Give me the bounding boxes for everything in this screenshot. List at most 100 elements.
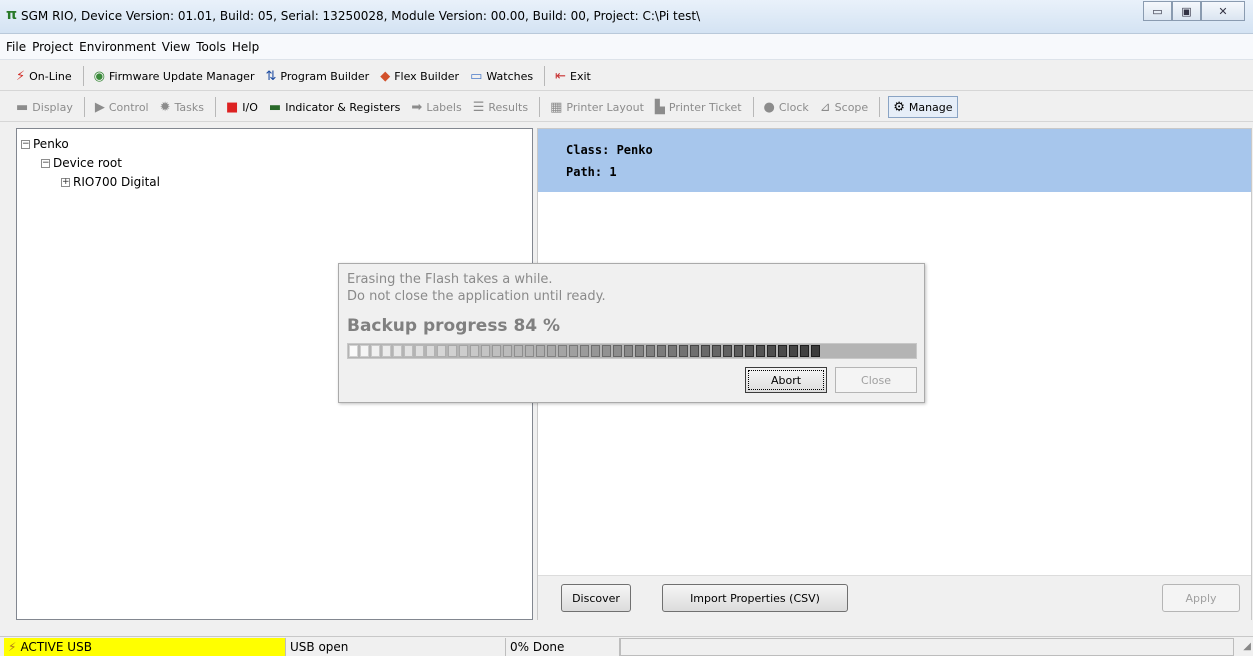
tree-node-label: Penko	[33, 137, 69, 151]
indicator-registers-button[interactable]: ▬ Indicator & Registers	[267, 96, 403, 118]
window-title: SGM RIO, Device Version: 01.01, Build: 0…	[21, 9, 701, 23]
progress-segment	[371, 345, 380, 357]
active-usb-status: ⚡ ACTIVE USB	[4, 638, 286, 656]
tree-node-rio700[interactable]: + RIO700 Digital	[61, 175, 160, 189]
progress-segment	[778, 345, 787, 357]
program-builder-button[interactable]: ⇅ Program Builder	[263, 65, 371, 87]
class-line: Class: Penko	[566, 143, 653, 157]
progress-segment	[712, 345, 721, 357]
display-button[interactable]: ▬ Display	[14, 96, 75, 118]
progress-segment	[789, 345, 798, 357]
progress-segment	[481, 345, 490, 357]
tree-node-device-root[interactable]: − Device root	[41, 156, 122, 170]
printer-icon: ▙	[654, 99, 665, 115]
progress-segment	[492, 345, 501, 357]
tree-node-penko[interactable]: − Penko	[21, 137, 69, 151]
io-icon: ■	[226, 99, 239, 115]
clock-button[interactable]: ● Clock	[762, 96, 811, 118]
toolbar-separator	[544, 66, 546, 86]
scope-label: Scope	[834, 100, 869, 114]
firmware-label: Firmware Update Manager	[109, 69, 255, 83]
firmware-update-manager-button[interactable]: ◉ Firmware Update Manager	[92, 65, 257, 87]
import-properties-button[interactable]: Import Properties (CSV)	[662, 584, 848, 612]
progress-segment	[734, 345, 743, 357]
collapse-icon[interactable]: −	[41, 158, 50, 168]
program-builder-icon: ⇅	[265, 68, 277, 84]
flex-builder-icon: ◆	[380, 68, 391, 84]
tree-node-label: RIO700 Digital	[73, 175, 160, 189]
tasks-button[interactable]: ✹ Tasks	[158, 96, 206, 118]
io-button[interactable]: ■ I/O	[224, 96, 260, 118]
menu-environment[interactable]: Environment	[79, 40, 156, 54]
abort-button[interactable]: Abort	[745, 367, 827, 393]
close-icon[interactable]: ✕	[1201, 1, 1245, 21]
online-button[interactable]: ⚡ On-Line	[14, 65, 74, 87]
collapse-icon[interactable]: −	[21, 139, 30, 149]
toolbar-separator	[879, 97, 881, 117]
indicator-icon: ▬	[268, 99, 282, 115]
tasks-label: Tasks	[174, 100, 204, 114]
menu-tools[interactable]: Tools	[196, 40, 226, 54]
maximize-icon[interactable]: ▣	[1172, 1, 1201, 21]
progress-text: Backup progress 84 %	[347, 316, 561, 336]
online-label: On-Line	[29, 69, 72, 83]
toolbar-separator	[539, 97, 541, 117]
progress-segment	[558, 345, 567, 357]
progress-segment	[569, 345, 578, 357]
progress-segment	[602, 345, 611, 357]
printer-layout-label: Printer Layout	[566, 100, 644, 114]
progress-fill	[348, 344, 821, 358]
progress-segment	[426, 345, 435, 357]
menu-project[interactable]: Project	[32, 40, 73, 54]
watches-button[interactable]: ▭ Watches	[468, 65, 535, 87]
flex-builder-button[interactable]: ◆ Flex Builder	[378, 65, 461, 87]
display-label: Display	[32, 100, 73, 114]
io-label: I/O	[242, 100, 258, 114]
watches-icon: ▭	[470, 68, 483, 84]
exit-icon: ⇤	[555, 68, 567, 84]
results-icon: ☰	[472, 99, 485, 115]
app-icon: π	[6, 7, 18, 23]
minimize-icon[interactable]: ▭	[1143, 1, 1172, 21]
control-button[interactable]: ▶ Control	[93, 96, 151, 118]
printer-layout-button[interactable]: ▦ Printer Layout	[548, 96, 646, 118]
apply-button[interactable]: Apply	[1162, 584, 1240, 612]
manage-button[interactable]: ⚙ Manage	[888, 96, 958, 118]
progress-segment	[393, 345, 402, 357]
progress-segment	[580, 345, 589, 357]
title-bar: π SGM RIO, Device Version: 01.01, Build:…	[0, 0, 1253, 34]
labels-button[interactable]: ➡ Labels	[409, 96, 463, 118]
scope-button[interactable]: ⊿ Scope	[818, 96, 870, 118]
progress-segment	[701, 345, 710, 357]
progress-segment	[613, 345, 622, 357]
results-button[interactable]: ☰ Results	[471, 96, 530, 118]
progress-segment	[800, 345, 809, 357]
resize-grip-icon[interactable]: ◢	[1243, 641, 1251, 652]
progress-segment	[723, 345, 732, 357]
progress-segment	[756, 345, 765, 357]
exit-button[interactable]: ⇤ Exit	[553, 65, 593, 87]
menu-file[interactable]: File	[6, 40, 26, 54]
toolbar-separator	[83, 97, 85, 117]
discover-button[interactable]: Discover	[561, 584, 631, 612]
tree-node-label: Device root	[53, 156, 122, 170]
done-status: 0% Done	[506, 638, 620, 656]
status-empty-cell	[620, 638, 1234, 656]
menu-view[interactable]: View	[162, 40, 190, 54]
menu-help[interactable]: Help	[232, 40, 259, 54]
clock-icon: ●	[763, 99, 775, 115]
printer-layout-icon: ▦	[550, 99, 563, 115]
progress-segment	[437, 345, 446, 357]
printer-ticket-button[interactable]: ▙ Printer Ticket	[653, 96, 744, 118]
progress-segment	[690, 345, 699, 357]
expand-icon[interactable]: +	[61, 177, 70, 187]
progress-segment	[525, 345, 534, 357]
flex-builder-label: Flex Builder	[394, 69, 460, 83]
labels-label: Labels	[426, 100, 462, 114]
close-button[interactable]: Close	[835, 367, 917, 393]
progress-segment	[668, 345, 677, 357]
menu-bar: File Project Environment View Tools Help	[0, 34, 1253, 60]
window-controls: ▭ ▣ ✕	[1143, 1, 1245, 21]
dialog-message-1: Erasing the Flash takes a while.	[347, 272, 553, 287]
progress-segment	[514, 345, 523, 357]
